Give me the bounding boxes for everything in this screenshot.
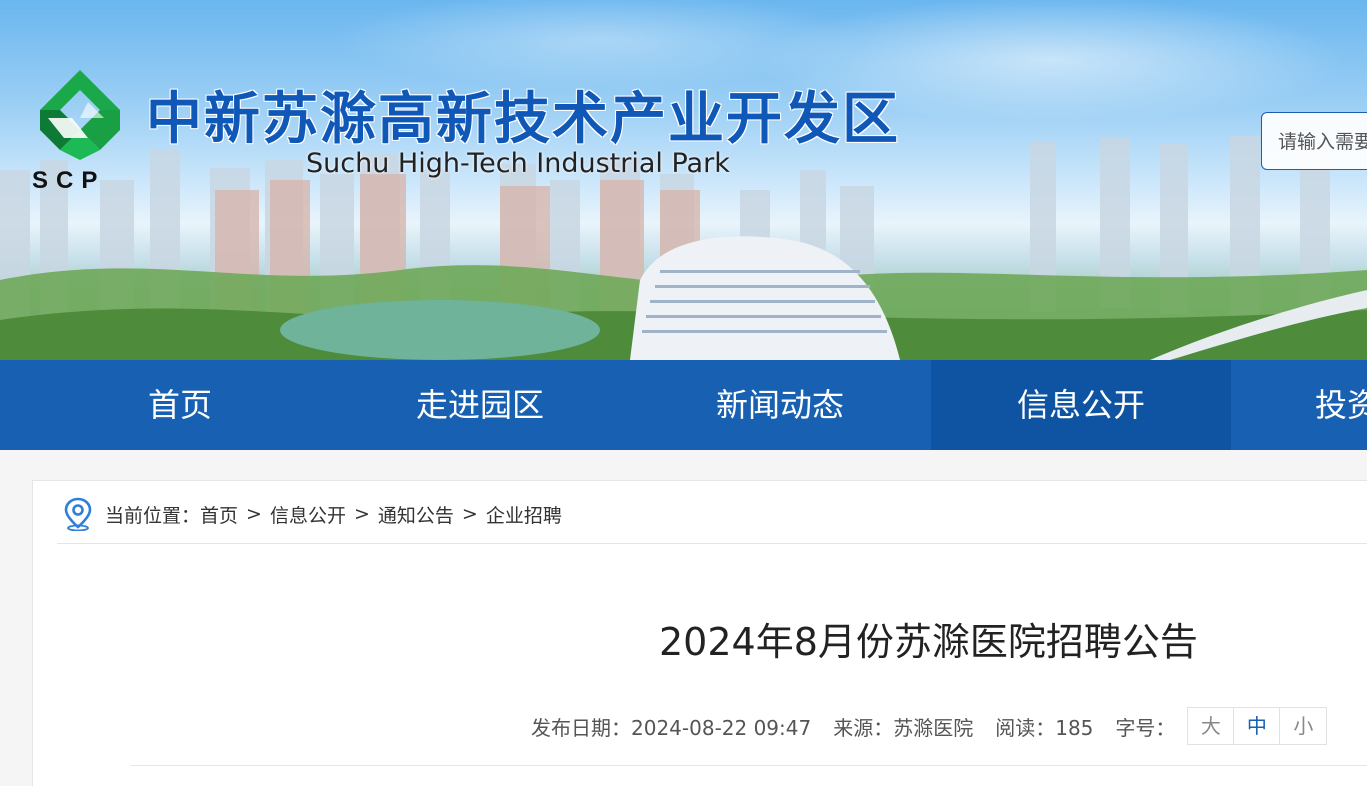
font-size-medium-button[interactable]: 中 — [1234, 708, 1281, 744]
font-size-label: 字号： — [1115, 715, 1176, 740]
site-title-en: Suchu High-Tech Industrial Park — [306, 148, 730, 179]
article-meta: 发布日期：2024-08-22 09:47 来源：苏滁医院 阅读：185 字号：… — [531, 707, 1328, 745]
nav-item-news[interactable]: 新闻动态 — [630, 360, 930, 450]
breadcrumb-separator: > — [246, 503, 262, 525]
search-input[interactable]: 请输入需要搜索的内容 — [1261, 112, 1367, 170]
meta-divider — [131, 765, 1367, 766]
breadcrumb-separator: > — [461, 503, 478, 525]
breadcrumb-item-info[interactable]: 信息公开 — [270, 501, 346, 528]
breadcrumb-divider — [57, 543, 1367, 544]
publish-date: 发布日期：2024-08-22 09:47 — [531, 715, 812, 740]
article-panel: 当前位置： 首页 > 信息公开 > 通知公告 > 企业招聘 2024年8月份苏滁… — [32, 480, 1367, 786]
nav-item-home[interactable]: 首页 — [30, 360, 330, 450]
breadcrumb-prefix: 当前位置： — [105, 504, 201, 527]
view-count: 阅读：185 — [995, 715, 1094, 740]
site-title-cn: 中新苏滁高新技术产业开发区 — [146, 87, 900, 152]
breadcrumb-item-recruitment[interactable]: 企业招聘 — [486, 501, 562, 528]
main-nav: 首页 走进园区 新闻动态 信息公开 投资 — [0, 360, 1367, 450]
nav-item-invest[interactable]: 投资 — [1231, 360, 1367, 450]
breadcrumb-separator: > — [353, 503, 370, 525]
header-banner: SCP 中新苏滁高新技术产业开发区 Suchu High-Tech Indust… — [0, 0, 1367, 360]
article-source: 来源：苏滁医院 — [833, 715, 974, 740]
breadcrumb-item-notices[interactable]: 通知公告 — [378, 501, 454, 528]
location-pin-icon — [64, 497, 92, 531]
nav-item-about[interactable]: 走进园区 — [330, 360, 630, 450]
breadcrumb-item-home[interactable]: 首页 — [200, 501, 238, 528]
logo-text: SCP — [32, 167, 105, 193]
breadcrumb: 当前位置： 首页 > 信息公开 > 通知公告 > 企业招聘 — [63, 497, 562, 531]
scp-logo-icon: SCP — [32, 70, 120, 193]
nav-item-info[interactable]: 信息公开 — [931, 360, 1231, 450]
article-title: 2024年8月份苏滁医院招聘公告 — [659, 620, 1198, 664]
font-size-large-button[interactable]: 大 — [1188, 708, 1235, 744]
font-size-selector: 大 中 小 — [1187, 707, 1328, 745]
font-size-small-button[interactable]: 小 — [1280, 708, 1327, 744]
